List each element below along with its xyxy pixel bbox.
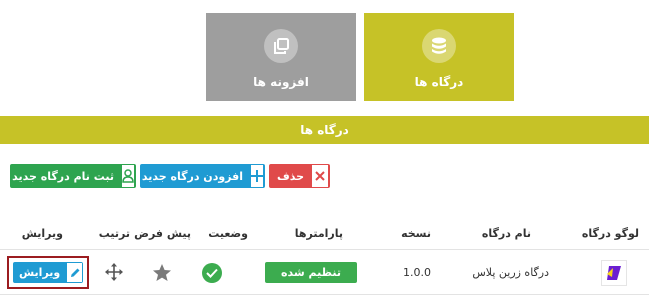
header-params: پارامترها	[294, 227, 343, 240]
user-icon	[122, 165, 134, 187]
header-name: نام درگاه	[481, 227, 531, 240]
gateway-logo	[601, 260, 627, 286]
header-edit: ویرایش	[21, 227, 63, 240]
delete-button-label: حذف	[277, 169, 305, 183]
plus-icon	[251, 165, 263, 187]
star-icon[interactable]	[151, 262, 173, 284]
section-title: درگاه ها	[0, 116, 649, 144]
check-icon[interactable]	[202, 263, 222, 283]
gateways-tile[interactable]: درگاه ها	[364, 13, 514, 101]
header-order: ترتیب	[98, 227, 130, 240]
pencil-icon	[67, 263, 82, 282]
gateways-tile-label: درگاه ها	[414, 75, 464, 89]
edit-button-label: ویرایش	[19, 266, 61, 279]
header-status: وضعیت	[208, 227, 248, 240]
header-version: نسخه	[401, 227, 431, 240]
register-gateway-button[interactable]: ثبت نام درگاه جدید	[10, 164, 136, 188]
addons-tile[interactable]: افزونه ها	[206, 13, 356, 101]
delete-button[interactable]: حذف	[269, 164, 330, 188]
register-gateway-button-label: ثبت نام درگاه جدید	[12, 169, 114, 183]
gateway-version: 1.0.0	[403, 266, 431, 279]
add-gateway-button[interactable]: افزودن درگاه جدید	[140, 164, 265, 188]
database-icon	[422, 29, 456, 63]
edit-highlight: ویرایش	[7, 256, 89, 289]
params-status-badge[interactable]: تنظیم شده	[265, 262, 357, 283]
gateway-name: درگاه زرین پلاس	[472, 266, 549, 279]
copy-icon	[264, 29, 298, 63]
close-icon	[312, 165, 328, 187]
addons-tile-label: افزونه ها	[253, 75, 309, 89]
edit-button[interactable]: ویرایش	[13, 262, 83, 283]
header-logo: لوگو درگاه	[581, 227, 639, 240]
add-gateway-button-label: افزودن درگاه جدید	[141, 169, 243, 183]
table-divider	[0, 249, 649, 250]
move-icon[interactable]	[104, 262, 124, 282]
table-bottom-divider	[0, 294, 649, 295]
header-default: پیش فرض	[134, 227, 191, 240]
